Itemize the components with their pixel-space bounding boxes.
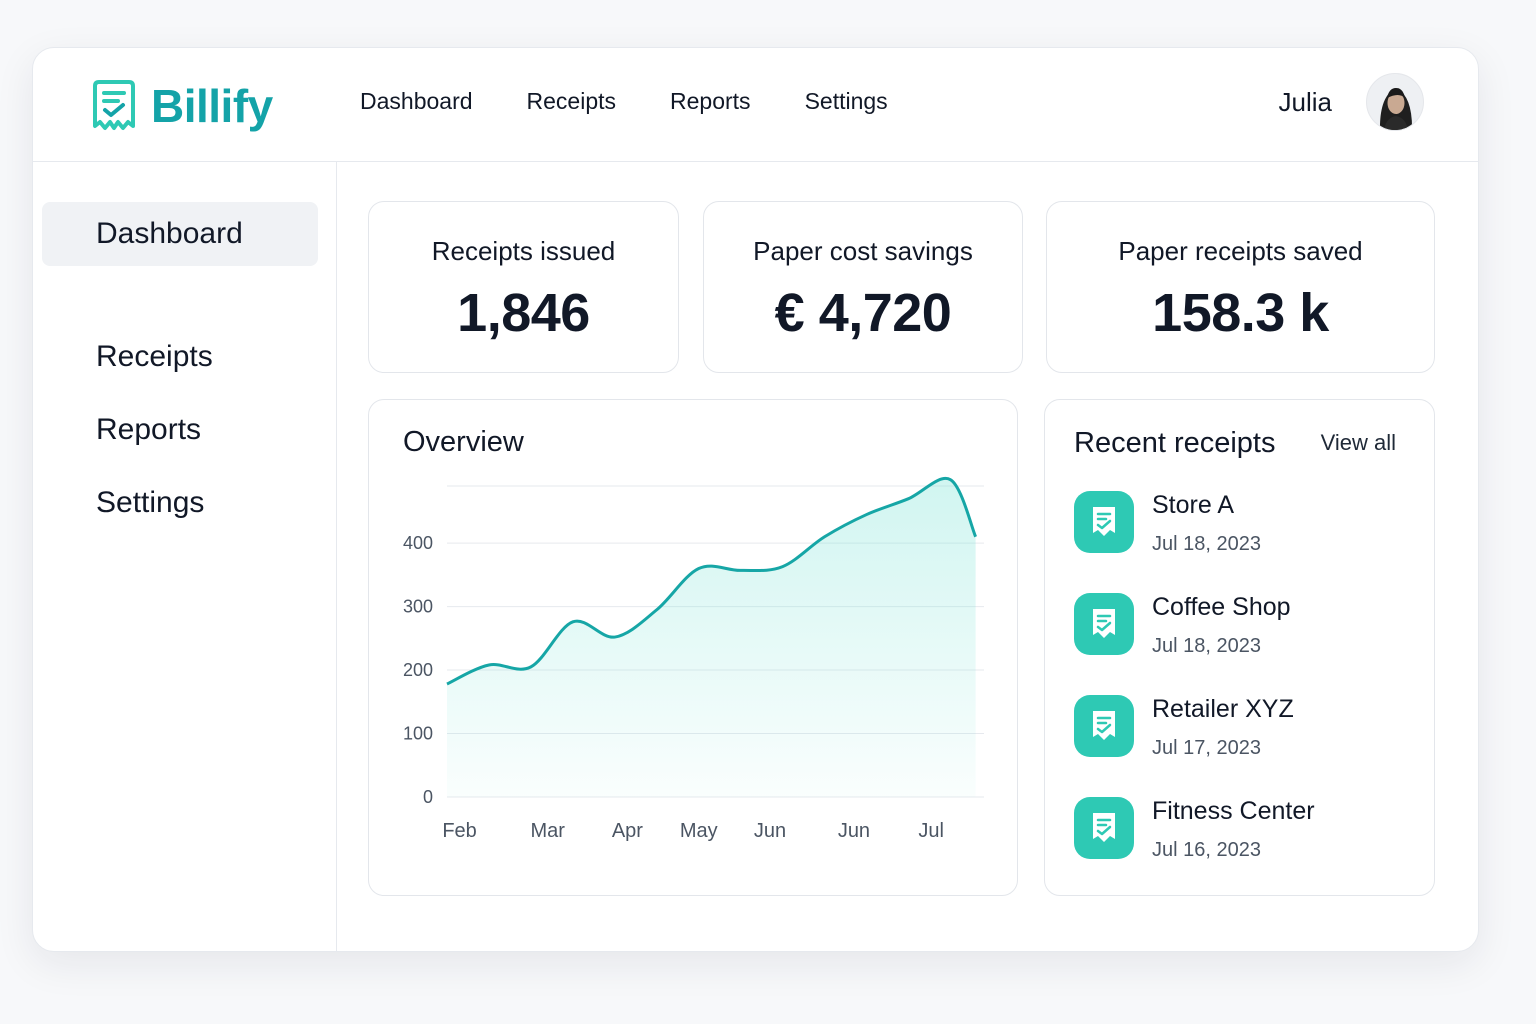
sidebar-item-receipts[interactable]: Receipts — [42, 325, 318, 389]
recent-receipt-item[interactable]: Fitness Center Jul 16, 2023 — [1074, 797, 1404, 863]
user-menu[interactable]: Julia — [1279, 73, 1424, 131]
stat-label: Receipts issued — [431, 236, 616, 266]
app-window: Billify Dashboard Receipts Reports Setti… — [32, 47, 1479, 952]
stat-card-paper-receipts-saved: Paper receipts saved 158.3 k — [1046, 201, 1435, 373]
receipt-store-name: Store A — [1152, 491, 1234, 519]
receipt-date: Jul 18, 2023 — [1152, 533, 1261, 555]
top-nav: Dashboard Receipts Reports Settings — [360, 88, 942, 115]
y-tick-label: 200 — [403, 660, 433, 680]
recent-receipts-title: Recent receipts — [1074, 427, 1276, 459]
x-tick-label: May — [680, 820, 718, 842]
receipt-check-icon — [93, 80, 135, 130]
y-tick-label: 300 — [403, 597, 433, 617]
receipt-check-icon — [1074, 593, 1134, 655]
x-tick-label: Apr — [612, 820, 643, 842]
topnav-item-reports[interactable]: Reports — [670, 88, 751, 115]
x-tick-label: Jul — [918, 820, 944, 842]
stat-card-receipts-issued: Receipts issued 1,846 — [368, 201, 679, 373]
stat-value: € 4,720 — [774, 283, 952, 343]
x-tick-label: Feb — [442, 820, 476, 842]
topnav-item-settings[interactable]: Settings — [805, 88, 888, 115]
user-name: Julia — [1278, 86, 1332, 117]
view-all-link[interactable]: View all — [1321, 430, 1396, 456]
topnav-item-dashboard[interactable]: Dashboard — [360, 88, 473, 115]
recent-receipt-item[interactable]: Coffee Shop Jul 18, 2023 — [1074, 593, 1404, 659]
stat-value: 1,846 — [457, 283, 590, 343]
receipt-check-icon — [1074, 491, 1134, 553]
sidebar-item-settings[interactable]: Settings — [42, 471, 318, 535]
stat-label: Paper cost savings — [753, 236, 973, 266]
recent-receipt-item[interactable]: Store A Jul 18, 2023 — [1074, 491, 1404, 557]
topnav-item-receipts[interactable]: Receipts — [527, 88, 616, 115]
stat-label: Paper receipts saved — [1118, 236, 1363, 266]
user-avatar-icon — [1367, 74, 1423, 130]
receipt-date: Jul 17, 2023 — [1152, 737, 1261, 759]
recent-receipts-card: Recent receipts View all Store A Jul 18,… — [1044, 399, 1435, 896]
overview-chart: 0 100 200 300 400 Feb Mar Apr May Jun Jun Jul — [403, 476, 984, 842]
receipt-date: Jul 18, 2023 — [1152, 635, 1261, 657]
recent-receipt-item[interactable]: Retailer XYZ Jul 17, 2023 — [1074, 695, 1404, 761]
stat-value: 158.3 k — [1152, 283, 1329, 343]
receipt-store-name: Retailer XYZ — [1152, 695, 1294, 723]
app-name: Billify — [151, 80, 273, 132]
receipt-check-icon — [1074, 797, 1134, 859]
sidebar: Dashboard Receipts Reports Settings — [33, 162, 337, 951]
logo[interactable]: Billify — [91, 78, 273, 134]
stat-card-paper-cost-savings: Paper cost savings € 4,720 — [703, 201, 1023, 373]
sidebar-item-dashboard[interactable]: Dashboard — [42, 202, 318, 266]
y-tick-label: 400 — [403, 533, 433, 553]
receipt-date: Jul 16, 2023 — [1152, 839, 1261, 861]
x-tick-label: Mar — [530, 820, 565, 842]
avatar[interactable] — [1366, 73, 1424, 131]
y-tick-label: 100 — [403, 724, 433, 744]
y-tick-label: 0 — [423, 787, 433, 807]
receipt-store-name: Coffee Shop — [1152, 593, 1291, 621]
x-tick-label: Jun — [838, 820, 870, 842]
sidebar-item-reports[interactable]: Reports — [42, 398, 318, 462]
series-area — [447, 478, 976, 797]
receipt-store-name: Fitness Center — [1152, 797, 1315, 825]
receipt-check-icon — [1074, 695, 1134, 757]
overview-card: Overview 0 100 200 300 400 Feb Mar Apr May Jun Jun… — [368, 399, 1018, 896]
x-tick-label: Jun — [754, 820, 786, 842]
top-bar: Billify Dashboard Receipts Reports Setti… — [33, 48, 1478, 162]
